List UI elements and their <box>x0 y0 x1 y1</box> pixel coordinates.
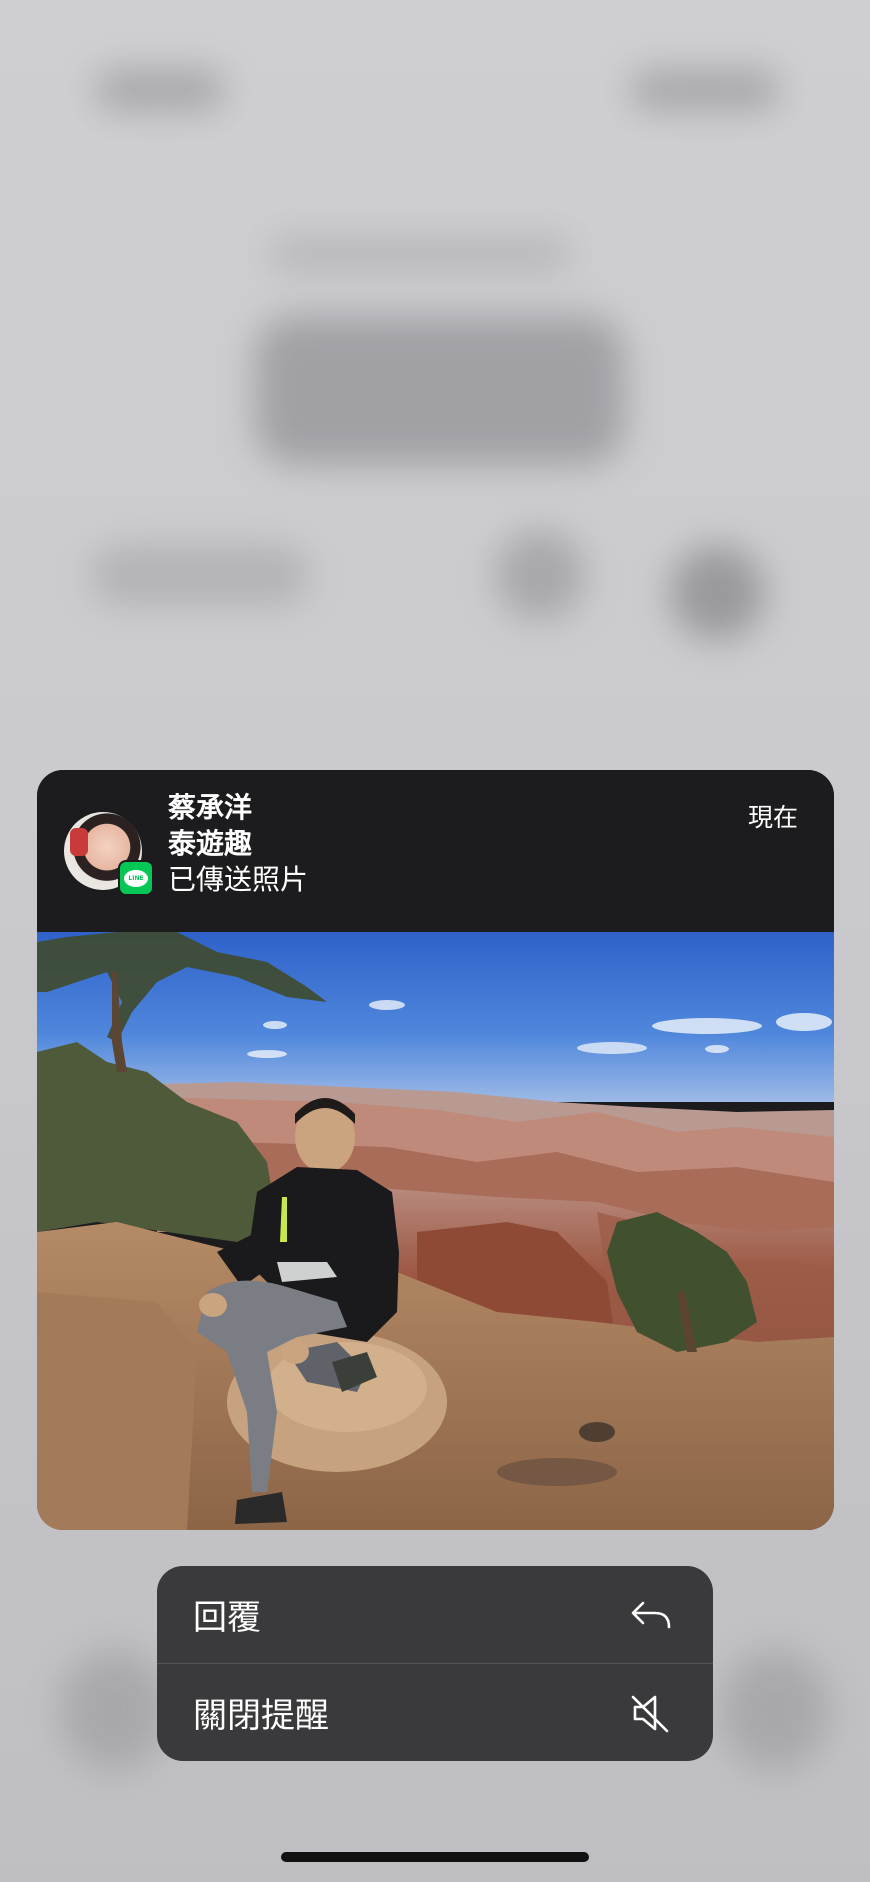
mute-notifications-action[interactable]: 關閉提醒 <box>157 1663 713 1761</box>
group-name: 泰遊趣 <box>168 827 253 860</box>
notification-message: 已傳送照片 <box>168 863 309 896</box>
sender-name: 蔡承洋 <box>168 791 253 824</box>
line-app-icon: LINE <box>118 860 154 896</box>
mute-label: 關閉提醒 <box>193 1696 329 1736</box>
notification-card[interactable]: LINE 蔡承洋 泰遊趣 已傳送照片 現在 <box>37 770 834 1530</box>
notification-action-menu: 回覆 關閉提醒 <box>157 1566 713 1761</box>
attached-photo[interactable] <box>37 932 834 1530</box>
reply-label: 回覆 <box>193 1598 261 1638</box>
notification-time: 現在 <box>747 803 798 832</box>
home-indicator[interactable] <box>281 1852 589 1862</box>
notification-header: LINE 蔡承洋 泰遊趣 已傳送照片 現在 <box>37 770 834 932</box>
reply-action[interactable]: 回覆 <box>157 1566 713 1663</box>
reply-arrow-icon <box>631 1601 671 1628</box>
speaker-muted-icon <box>631 1695 669 1732</box>
